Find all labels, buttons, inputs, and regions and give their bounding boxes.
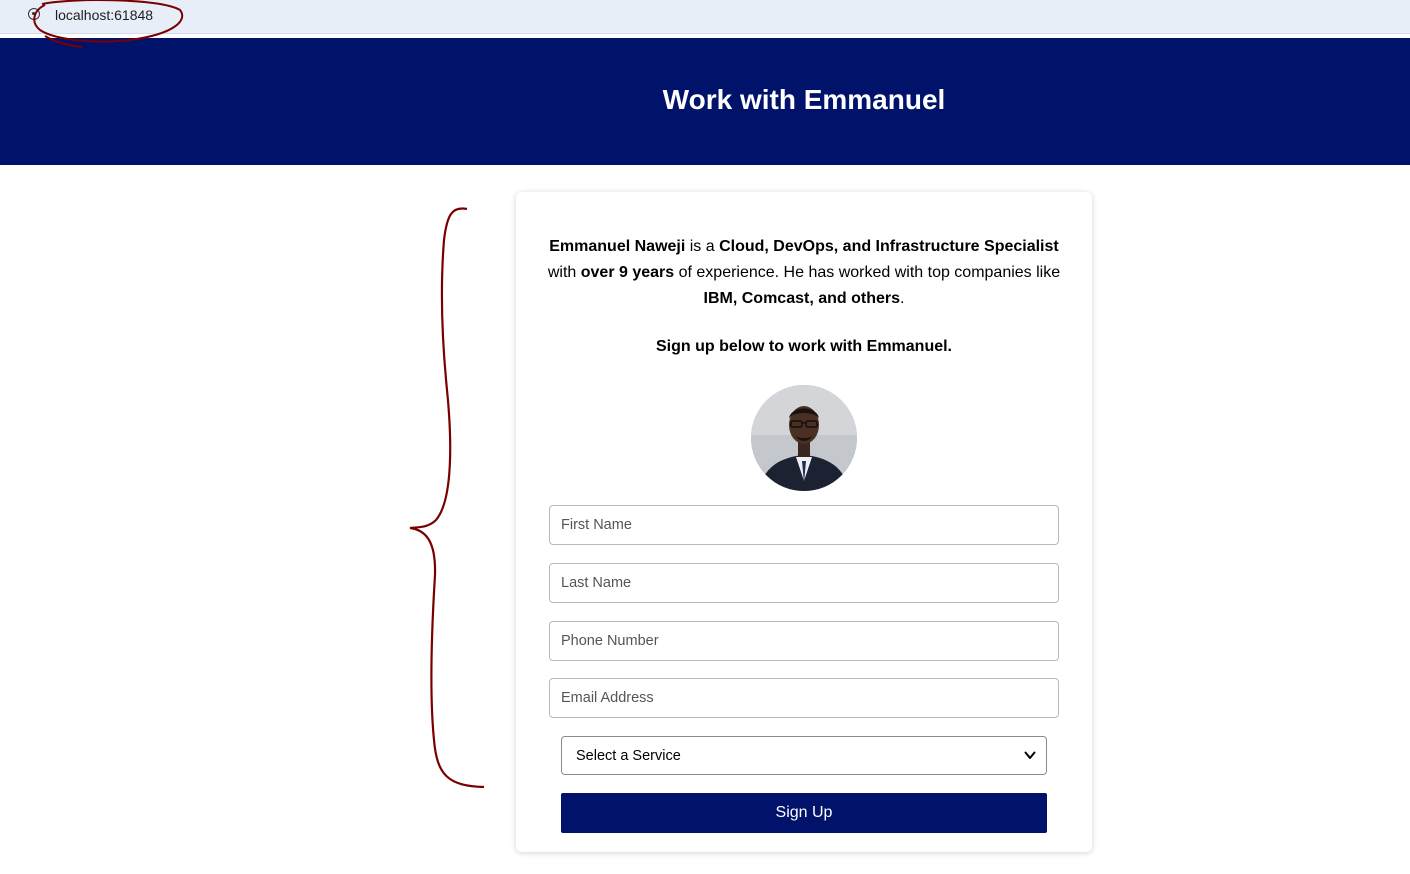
hero-banner: Work with Emmanuel [0,38,1410,165]
intro-name: Emmanuel Naweji [549,238,686,255]
page-title: Work with Emmanuel [662,84,946,115]
site-info-icon[interactable] [28,8,40,20]
sign-up-button[interactable]: Sign Up [561,793,1047,833]
intro-text-3: of experience. He has worked with top co… [674,264,1061,281]
intro-text-2: with [547,264,581,281]
avatar [751,385,857,491]
intro-role: Cloud, DevOps, and Infrastructure Specia… [719,238,1059,255]
service-select-value: Select a Service [576,748,681,764]
first-name-input[interactable] [549,505,1059,545]
last-name-input[interactable] [549,563,1059,603]
signup-cta: Sign up below to work with Emmanuel. [655,338,952,355]
intro-text-1: is a [685,238,720,255]
intro-text: Emmanuel Naweji is a Cloud, DevOps, and … [540,234,1068,312]
intro-years: over 9 years [580,264,675,281]
chevron-down-icon [1024,751,1036,759]
email-input[interactable] [549,678,1059,718]
portrait-image [751,385,857,491]
intro-text-4: . [900,290,905,307]
browser-address-bar: localhost:61848 [0,0,1410,34]
service-select[interactable]: Select a Service [561,736,1047,775]
signup-card: Emmanuel Naweji is a Cloud, DevOps, and … [516,192,1092,852]
phone-input[interactable] [549,621,1059,661]
brace-annotation [409,207,485,789]
intro-companies: IBM, Comcast, and others [703,290,901,307]
url-text[interactable]: localhost:61848 [55,7,153,23]
